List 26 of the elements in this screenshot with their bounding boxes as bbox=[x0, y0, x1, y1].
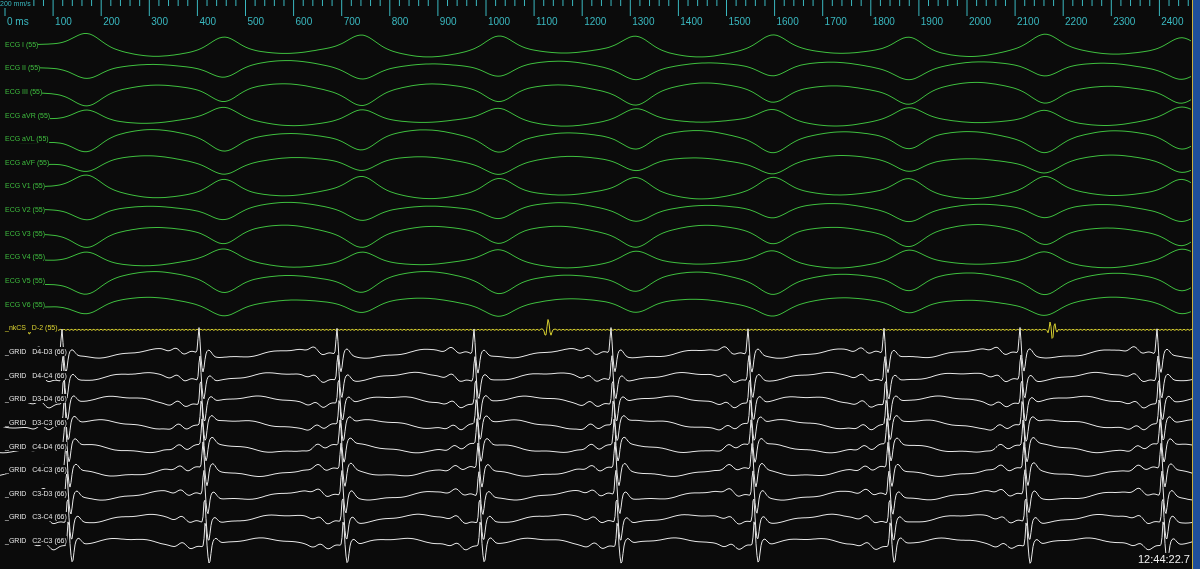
time-label: 2300 bbox=[1112, 16, 1137, 27]
time-label: 300 bbox=[150, 16, 169, 27]
time-label: 2200 bbox=[1064, 16, 1089, 27]
time-label: 2100 bbox=[1015, 16, 1041, 27]
time-label: 1000 bbox=[486, 16, 512, 27]
time-label: 1200 bbox=[583, 16, 608, 27]
time-label: 800 bbox=[390, 16, 410, 27]
time-label: 1400 bbox=[679, 16, 704, 27]
time-label: 100 bbox=[54, 16, 73, 27]
time-label: 900 bbox=[438, 16, 458, 27]
time-label: 1500 bbox=[727, 16, 752, 27]
time-label: 1900 bbox=[919, 16, 945, 27]
time-label: 1800 bbox=[871, 16, 896, 27]
time-label: 600 bbox=[294, 16, 314, 27]
timestamp: 12:44:22.7 bbox=[1138, 553, 1190, 565]
time-label: 0 ms bbox=[6, 16, 30, 27]
time-label: 1600 bbox=[775, 16, 800, 27]
time-label: 2400 bbox=[1160, 16, 1184, 27]
time-label: 1700 bbox=[823, 16, 848, 27]
time-label: 1100 bbox=[535, 16, 559, 27]
time-label: 200 bbox=[102, 16, 121, 27]
time-label: 1300 bbox=[631, 16, 656, 27]
time-label: 500 bbox=[246, 16, 266, 27]
time-label: 400 bbox=[198, 16, 218, 27]
time-label: 2000 bbox=[967, 16, 993, 27]
time-label: 700 bbox=[342, 16, 362, 27]
